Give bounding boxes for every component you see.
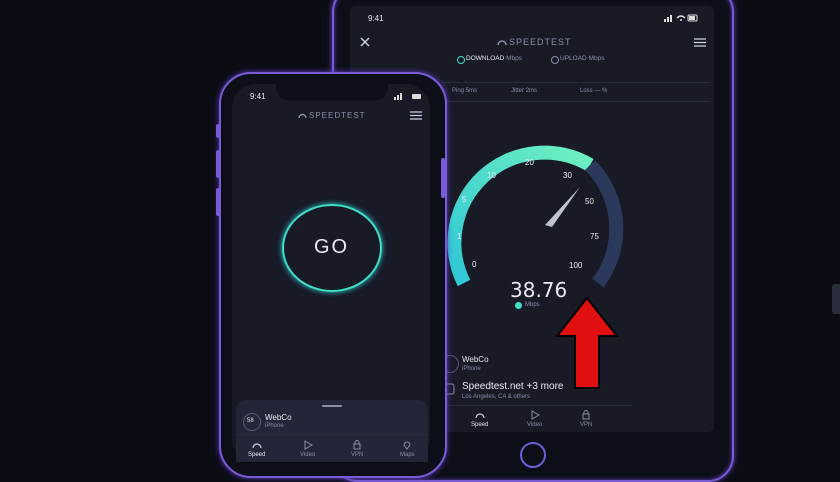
jitter-stat: Jitter 2ms xyxy=(511,88,538,94)
tablet-status-time: 9:41 xyxy=(368,14,384,23)
divider xyxy=(236,434,428,435)
gauge-unit: Mbps xyxy=(525,302,540,308)
phone-nav-maps[interactable]: Maps xyxy=(394,438,420,460)
map-pin-icon xyxy=(403,441,411,450)
provider-initials: 58 xyxy=(247,418,254,424)
phone-side-button xyxy=(216,188,220,216)
phone-nav-speed[interactable]: Speed xyxy=(244,438,270,460)
tablet-nav-video[interactable]: Video xyxy=(521,408,549,430)
upload-label[interactable]: UPLOAD Mbps xyxy=(560,55,604,62)
phone-nav-vpn[interactable]: VPN xyxy=(344,438,370,460)
phone-brand: SPEEDTEST xyxy=(309,111,366,120)
upload-icon xyxy=(551,56,559,64)
gauge-tick-50: 50 xyxy=(585,197,594,206)
speedtest-logo-icon xyxy=(497,37,507,47)
loss-stat: Loss — % xyxy=(580,88,608,94)
nav-label: VPN xyxy=(580,422,593,428)
signal-icon xyxy=(664,14,698,22)
side-handle[interactable] xyxy=(832,284,840,314)
play-icon xyxy=(531,410,540,420)
provider-device: iPhone xyxy=(462,366,481,372)
phone-side-button xyxy=(441,158,445,198)
tablet-nav-vpn[interactable]: VPN xyxy=(572,408,600,430)
nav-label: Maps xyxy=(400,452,415,458)
signal-icon xyxy=(394,93,422,100)
provider-icon: 58 xyxy=(243,413,261,431)
download-label[interactable]: DOWNLOAD Mbps xyxy=(466,55,522,62)
speed-gauge xyxy=(440,135,640,300)
nav-label: Speed xyxy=(471,422,489,428)
nav-label: VPN xyxy=(351,452,364,458)
gauge-tick-30: 30 xyxy=(563,171,572,180)
divider xyxy=(442,82,710,83)
phone-side-button xyxy=(216,124,220,138)
phone-status-time: 9:41 xyxy=(250,92,266,101)
nav-label: Speed xyxy=(248,452,266,458)
phone-provider-name: WebCo xyxy=(265,413,292,422)
gauge-tick-20: 20 xyxy=(525,158,534,167)
nav-label: Video xyxy=(527,422,543,428)
gauge-tick-10: 10 xyxy=(487,171,496,180)
speed-icon xyxy=(252,443,262,449)
go-label: GO xyxy=(314,236,350,258)
nav-label: Video xyxy=(300,452,316,458)
speed-icon xyxy=(475,413,485,419)
tablet-home-button[interactable] xyxy=(520,442,546,468)
phone-nav-video[interactable]: Video xyxy=(295,438,321,460)
red-arrow-annotation xyxy=(554,296,620,395)
tablet-brand: SPEEDTEST xyxy=(509,37,572,47)
tablet-nav-speed[interactable]: Speed xyxy=(466,408,494,430)
divider xyxy=(442,101,710,102)
server-name[interactable]: Speedtest.net +3 more xyxy=(462,381,563,392)
phone-provider-device: iPhone xyxy=(265,423,284,429)
provider-name: WebCo xyxy=(462,355,489,364)
divider xyxy=(442,405,632,406)
drag-handle[interactable] xyxy=(322,405,342,407)
speedtest-logo-icon xyxy=(298,111,307,120)
gauge-tick-75: 75 xyxy=(590,232,599,241)
phone-notch xyxy=(276,83,388,101)
phone-side-button xyxy=(216,150,220,178)
menu-icon[interactable] xyxy=(694,38,706,47)
gauge-tick-0: 0 xyxy=(472,260,477,269)
download-icon xyxy=(515,302,522,309)
menu-icon[interactable] xyxy=(410,111,422,120)
play-icon xyxy=(304,440,313,450)
lock-icon xyxy=(582,410,590,420)
gauge-tick-100: 100 xyxy=(569,261,583,270)
close-icon[interactable] xyxy=(360,37,370,47)
download-icon xyxy=(457,56,465,64)
gauge-tick-1: 1 xyxy=(457,232,462,241)
gauge-tick-5: 5 xyxy=(462,195,467,204)
lock-icon xyxy=(353,440,361,450)
go-button[interactable]: GO xyxy=(282,204,382,292)
ping-stat: Ping 5ms xyxy=(452,88,478,94)
server-location: Los Angeles, CA & others xyxy=(462,394,531,400)
